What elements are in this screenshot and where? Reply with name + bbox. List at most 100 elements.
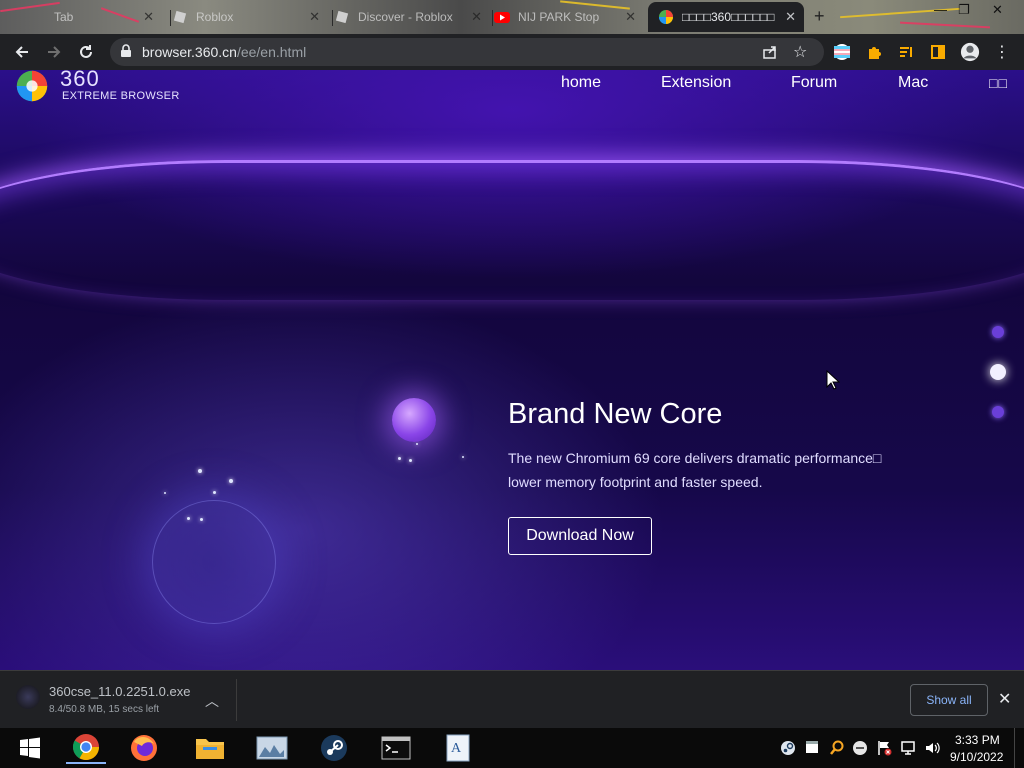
web-page: 360 EXTREME BROWSER home Extension Forum… (0, 70, 1024, 670)
flag-alert-tray-icon[interactable] (876, 740, 892, 759)
download-shelf: 360cse_11.0.2251.0.exe 8.4/50.8 MB, 15 s… (0, 670, 1024, 728)
360-logo-icon[interactable] (12, 70, 52, 102)
logo-number: 360 (60, 70, 100, 91)
tab-label: Tab (54, 10, 74, 24)
clock-time[interactable]: 3:33 PM (955, 733, 1000, 747)
photos-app-icon[interactable] (252, 732, 292, 764)
chrome-taskbar-icon[interactable] (66, 732, 106, 764)
back-arrow-icon[interactable] (12, 42, 32, 62)
tab-3[interactable]: Discover - Roblox ✕ (332, 2, 490, 32)
profile-flag-extension-icon[interactable] (832, 42, 852, 62)
address-bar[interactable]: browser.360.cn/ee/en.html ☆ (110, 38, 824, 66)
command-prompt-icon[interactable] (376, 732, 416, 764)
show-desktop-divider[interactable] (1014, 728, 1015, 768)
sparkle (198, 469, 202, 473)
nav-language[interactable]: □□ (989, 75, 1008, 91)
reload-icon[interactable] (76, 42, 96, 62)
windows-taskbar: A 3:33 PM 9/10/2022 (0, 728, 1024, 768)
sparkle (416, 443, 418, 445)
youtube-icon (494, 9, 510, 25)
url-text: browser.360.cn/ee/en.html (142, 44, 306, 60)
sparkle (398, 457, 401, 460)
planet-horizon-glow (0, 160, 1024, 300)
sparkle (462, 456, 464, 458)
sparkle (200, 518, 203, 521)
side-panel-icon[interactable] (928, 42, 948, 62)
forward-arrow-icon[interactable] (44, 42, 64, 62)
close-icon[interactable]: ✕ (309, 9, 320, 25)
tab-strip: Tab ✕ Roblox ✕ Discover - Roblox ✕ NIJ P… (0, 0, 1024, 34)
new-tab-button[interactable]: + (814, 6, 825, 27)
reading-list-icon[interactable] (896, 42, 916, 62)
tab-2[interactable]: Roblox ✕ (170, 2, 328, 32)
sparkle (213, 491, 216, 494)
nav-forum[interactable]: Forum (791, 74, 837, 92)
roblox-icon (172, 9, 188, 25)
window-close-icon[interactable]: ✕ (992, 2, 1003, 18)
profile-avatar-icon[interactable] (960, 42, 980, 62)
tab-label: NIJ PARK Stop (518, 10, 600, 24)
slide-dot-2[interactable] (990, 364, 1006, 380)
clock-date[interactable]: 9/10/2022 (950, 750, 1003, 764)
tray-window-icon[interactable] (805, 740, 819, 757)
close-icon[interactable]: ✕ (785, 9, 796, 25)
tab-label: Roblox (196, 10, 234, 24)
sparkle (229, 479, 233, 483)
puzzle-extensions-icon[interactable] (864, 42, 884, 62)
tab-label: Discover - Roblox (358, 10, 453, 24)
sparkle (164, 492, 166, 494)
roblox-icon (334, 9, 350, 25)
page-icon (30, 9, 46, 25)
search-magnifier-tray-icon[interactable] (829, 740, 845, 759)
sparkle (409, 459, 412, 462)
nav-home[interactable]: home (561, 74, 601, 92)
lock-icon[interactable] (120, 44, 132, 63)
url-path: /ee/en.html (236, 44, 307, 60)
tab-4[interactable]: NIJ PARK Stop ✕ (492, 2, 644, 32)
menu-kebab-icon[interactable]: ⋮ (992, 42, 1012, 62)
hero-title: Brand New Core (508, 398, 723, 430)
show-all-button[interactable]: Show all (910, 684, 988, 716)
file-explorer-icon[interactable] (190, 732, 230, 764)
steam-tray-icon[interactable] (780, 740, 796, 759)
slide-dot-1[interactable] (992, 326, 1004, 338)
download-status: 8.4/50.8 MB, 15 secs left (49, 704, 160, 715)
download-filename[interactable]: 360cse_11.0.2251.0.exe (49, 684, 190, 699)
small-purple-orb (392, 398, 436, 442)
tab-label: □□□□360□□□□□□ (682, 10, 775, 24)
close-icon[interactable]: ✕ (143, 9, 154, 25)
circle-minus-tray-icon[interactable] (852, 740, 868, 759)
sparkle (187, 517, 190, 520)
nav-mac[interactable]: Mac (898, 74, 928, 92)
nav-extension[interactable]: Extension (661, 74, 731, 92)
volume-speaker-icon[interactable] (924, 740, 940, 759)
minimize-icon[interactable]: — (934, 2, 947, 17)
slide-dot-3[interactable] (992, 406, 1004, 418)
bookmark-star-icon[interactable]: ☆ (793, 42, 807, 62)
close-icon[interactable]: ✕ (471, 9, 482, 25)
hero-description-line-1: The new Chromium 69 core delivers dramat… (508, 450, 882, 466)
logo-subtitle: EXTREME BROWSER (62, 90, 180, 102)
browser-toolbar: browser.360.cn/ee/en.html ☆ ⋮ (0, 34, 1024, 70)
tab-1[interactable]: Tab ✕ (30, 2, 162, 32)
steam-taskbar-icon[interactable] (314, 732, 354, 764)
download-now-button[interactable]: Download Now (508, 517, 652, 555)
file-icon (16, 685, 40, 709)
url-host: browser.360.cn (142, 44, 237, 60)
hero-description-line-2: lower memory footprint and faster speed. (508, 474, 763, 490)
restore-icon[interactable]: ❐ (958, 2, 970, 18)
mouse-cursor-icon (826, 369, 841, 395)
close-icon[interactable]: ✕ (998, 689, 1011, 709)
share-icon[interactable] (762, 44, 778, 65)
large-bubble-orb (152, 500, 276, 624)
360-browser-icon (658, 9, 674, 25)
divider (236, 679, 237, 721)
windows-start-icon[interactable] (10, 732, 50, 764)
font-viewer-icon[interactable]: A (438, 732, 478, 764)
close-icon[interactable]: ✕ (625, 9, 636, 25)
chevron-up-icon[interactable]: ︿ (205, 691, 219, 711)
tab-active[interactable]: □□□□360□□□□□□ ✕ (648, 2, 804, 32)
firefox-taskbar-icon[interactable] (124, 732, 164, 764)
svg-text:A: A (451, 741, 462, 756)
network-tray-icon[interactable] (900, 740, 916, 759)
